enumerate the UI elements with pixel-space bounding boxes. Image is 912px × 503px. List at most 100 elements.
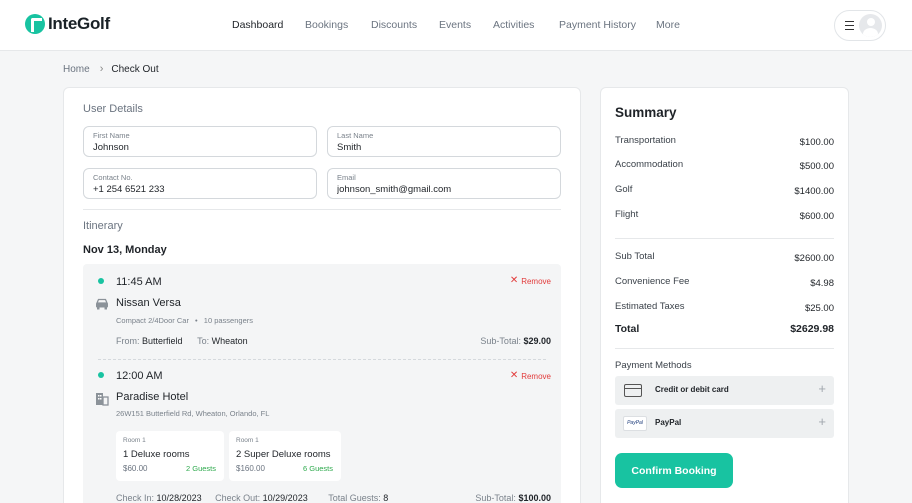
brand-name: InteGolf bbox=[48, 14, 110, 33]
remove-label: Remove bbox=[521, 371, 551, 381]
user-menu-button[interactable] bbox=[834, 10, 886, 41]
payment-methods-title: Payment Methods bbox=[615, 360, 692, 371]
checkout-label: Check Out: bbox=[215, 493, 261, 503]
timeline-dot bbox=[98, 372, 104, 378]
remove-label: Remove bbox=[521, 276, 551, 286]
remove-hotel-button[interactable]: ✕ Remove bbox=[510, 371, 551, 381]
room-guests: 6 Guests bbox=[302, 464, 333, 473]
nav-payment-history[interactable]: Payment History bbox=[559, 19, 636, 31]
summary-row-label: Accommodation bbox=[615, 159, 684, 170]
first-name-field[interactable]: First Name bbox=[83, 126, 317, 157]
room-guests: 2 Guests bbox=[185, 464, 216, 473]
last-name-input[interactable] bbox=[337, 142, 547, 153]
paypal-icon: PayPal bbox=[623, 416, 647, 431]
payment-option-paypal[interactable]: PayPal PayPal + bbox=[615, 409, 834, 438]
timeline-dot bbox=[98, 278, 104, 284]
summary-divider bbox=[615, 238, 834, 239]
fee-label: Convenience Fee bbox=[615, 276, 690, 287]
last-name-field[interactable]: Last Name bbox=[327, 126, 561, 157]
nav-bookings[interactable]: Bookings bbox=[305, 19, 348, 31]
section-divider bbox=[83, 209, 561, 210]
room-label: Room 1 bbox=[123, 437, 146, 444]
hotel-subtotal-label: Sub-Total: bbox=[475, 493, 516, 503]
summary-row-transportation: Transportation $100.00 bbox=[615, 135, 834, 148]
email-field[interactable]: Email bbox=[327, 168, 561, 199]
brand-logo[interactable]: InteGolf bbox=[25, 14, 110, 34]
room-name: 1 Deluxe rooms bbox=[123, 449, 190, 460]
plus-icon[interactable]: + bbox=[818, 415, 826, 428]
summary-row-value: $100.00 bbox=[799, 137, 834, 148]
contact-input[interactable] bbox=[93, 184, 303, 195]
summary-row-label: Transportation bbox=[615, 135, 676, 146]
car-icon bbox=[96, 298, 108, 310]
payment-option-label: PayPal bbox=[655, 418, 682, 427]
close-icon: ✕ bbox=[509, 370, 519, 381]
last-name-label: Last Name bbox=[337, 131, 374, 140]
contact-field[interactable]: Contact No. bbox=[83, 168, 317, 199]
hotel-subtotal-value: $100.00 bbox=[518, 493, 551, 503]
first-name-input[interactable] bbox=[93, 142, 303, 153]
summary-row-subtotal: Sub Total $2600.00 bbox=[615, 251, 834, 264]
summary-row-label: Flight bbox=[615, 209, 639, 220]
breadcrumb-home[interactable]: Home bbox=[63, 64, 90, 75]
nav-dashboard[interactable]: Dashboard bbox=[232, 19, 283, 31]
item-divider bbox=[98, 359, 546, 360]
checkin-value: 10/28/2023 bbox=[156, 493, 202, 503]
total-value: $2629.98 bbox=[790, 323, 834, 335]
email-input[interactable] bbox=[337, 184, 547, 195]
nav-events[interactable]: Events bbox=[439, 19, 471, 31]
to-label: To: bbox=[197, 336, 210, 346]
from-label: From: bbox=[116, 336, 140, 346]
nav-activities[interactable]: Activities bbox=[493, 19, 534, 31]
vehicle-details: Compact 2/4Door Car • 10 passengers bbox=[116, 316, 253, 325]
plus-icon[interactable]: + bbox=[818, 382, 826, 395]
hotel-time: 12:00 AM bbox=[116, 370, 163, 382]
taxes-value: $25.00 bbox=[804, 303, 834, 314]
breadcrumb-current: Check Out bbox=[111, 63, 159, 75]
bullet-separator: • bbox=[195, 316, 198, 325]
breadcrumb: Home › Check Out bbox=[63, 63, 159, 75]
transport-route: From: Butterfield To: Wheaton bbox=[116, 336, 248, 346]
top-bar: InteGolf Dashboard Bookings Discounts Ev… bbox=[0, 0, 912, 51]
summary-card: Summary Transportation $100.00 Accommoda… bbox=[600, 87, 849, 503]
vehicle-name: Nissan Versa bbox=[116, 297, 181, 309]
summary-row-accommodation: Accommodation $500.00 bbox=[615, 159, 834, 172]
room-price: $160.00 bbox=[236, 464, 265, 473]
hotel-stay-details: Check In: 10/28/2023 Check Out: 10/29/20… bbox=[116, 493, 388, 503]
summary-divider bbox=[615, 348, 834, 349]
building-icon bbox=[96, 393, 109, 406]
summary-row-value: $500.00 bbox=[799, 161, 834, 172]
summary-row-label: Golf bbox=[615, 184, 633, 195]
summary-title: Summary bbox=[615, 105, 677, 120]
transport-time: 11:45 AM bbox=[116, 276, 162, 288]
payment-option-card[interactable]: Credit or debit card + bbox=[615, 376, 834, 405]
checkout-card: User Details First Name Last Name Contac… bbox=[63, 87, 581, 503]
hotel-subtotal: Sub-Total: $100.00 bbox=[475, 493, 551, 503]
summary-row-golf: Golf $1400.00 bbox=[615, 184, 834, 197]
summary-row-total: Total $2629.98 bbox=[615, 323, 834, 335]
confirm-booking-button[interactable]: Confirm Booking bbox=[615, 453, 733, 488]
nav-more[interactable]: More bbox=[656, 19, 680, 31]
avatar bbox=[859, 14, 882, 37]
nav-discounts[interactable]: Discounts bbox=[371, 19, 417, 31]
transport-subtotal: Sub-Total: $29.00 bbox=[480, 336, 551, 346]
room-card: Room 1 1 Deluxe rooms $60.00 2 Guests bbox=[116, 431, 224, 481]
checkin-label: Check In: bbox=[116, 493, 155, 503]
transport-subtotal-value: $29.00 bbox=[523, 336, 551, 346]
hotel-name: Paradise Hotel bbox=[116, 391, 189, 403]
contact-label: Contact No. bbox=[93, 173, 133, 182]
summary-row-value: $1400.00 bbox=[794, 186, 834, 197]
room-card: Room 1 2 Super Deluxe rooms $160.00 6 Gu… bbox=[229, 431, 341, 481]
itinerary-date: Nov 13, Monday bbox=[83, 244, 167, 256]
total-guests-value: 8 bbox=[383, 493, 389, 503]
transport-subtotal-label: Sub-Total: bbox=[480, 336, 521, 346]
remove-transport-button[interactable]: ✕ Remove bbox=[510, 276, 551, 286]
from-value: Butterfield bbox=[142, 336, 183, 346]
summary-row-flight: Flight $600.00 bbox=[615, 209, 834, 222]
hotel-address: 26W151 Butterfield Rd, Wheaton, Orlando,… bbox=[116, 409, 270, 418]
vehicle-passengers: 10 passengers bbox=[203, 316, 253, 325]
summary-row-value: $600.00 bbox=[799, 211, 834, 222]
to-value: Wheaton bbox=[211, 336, 248, 346]
itinerary-title: Itinerary bbox=[83, 220, 123, 232]
logo-icon bbox=[25, 14, 45, 34]
